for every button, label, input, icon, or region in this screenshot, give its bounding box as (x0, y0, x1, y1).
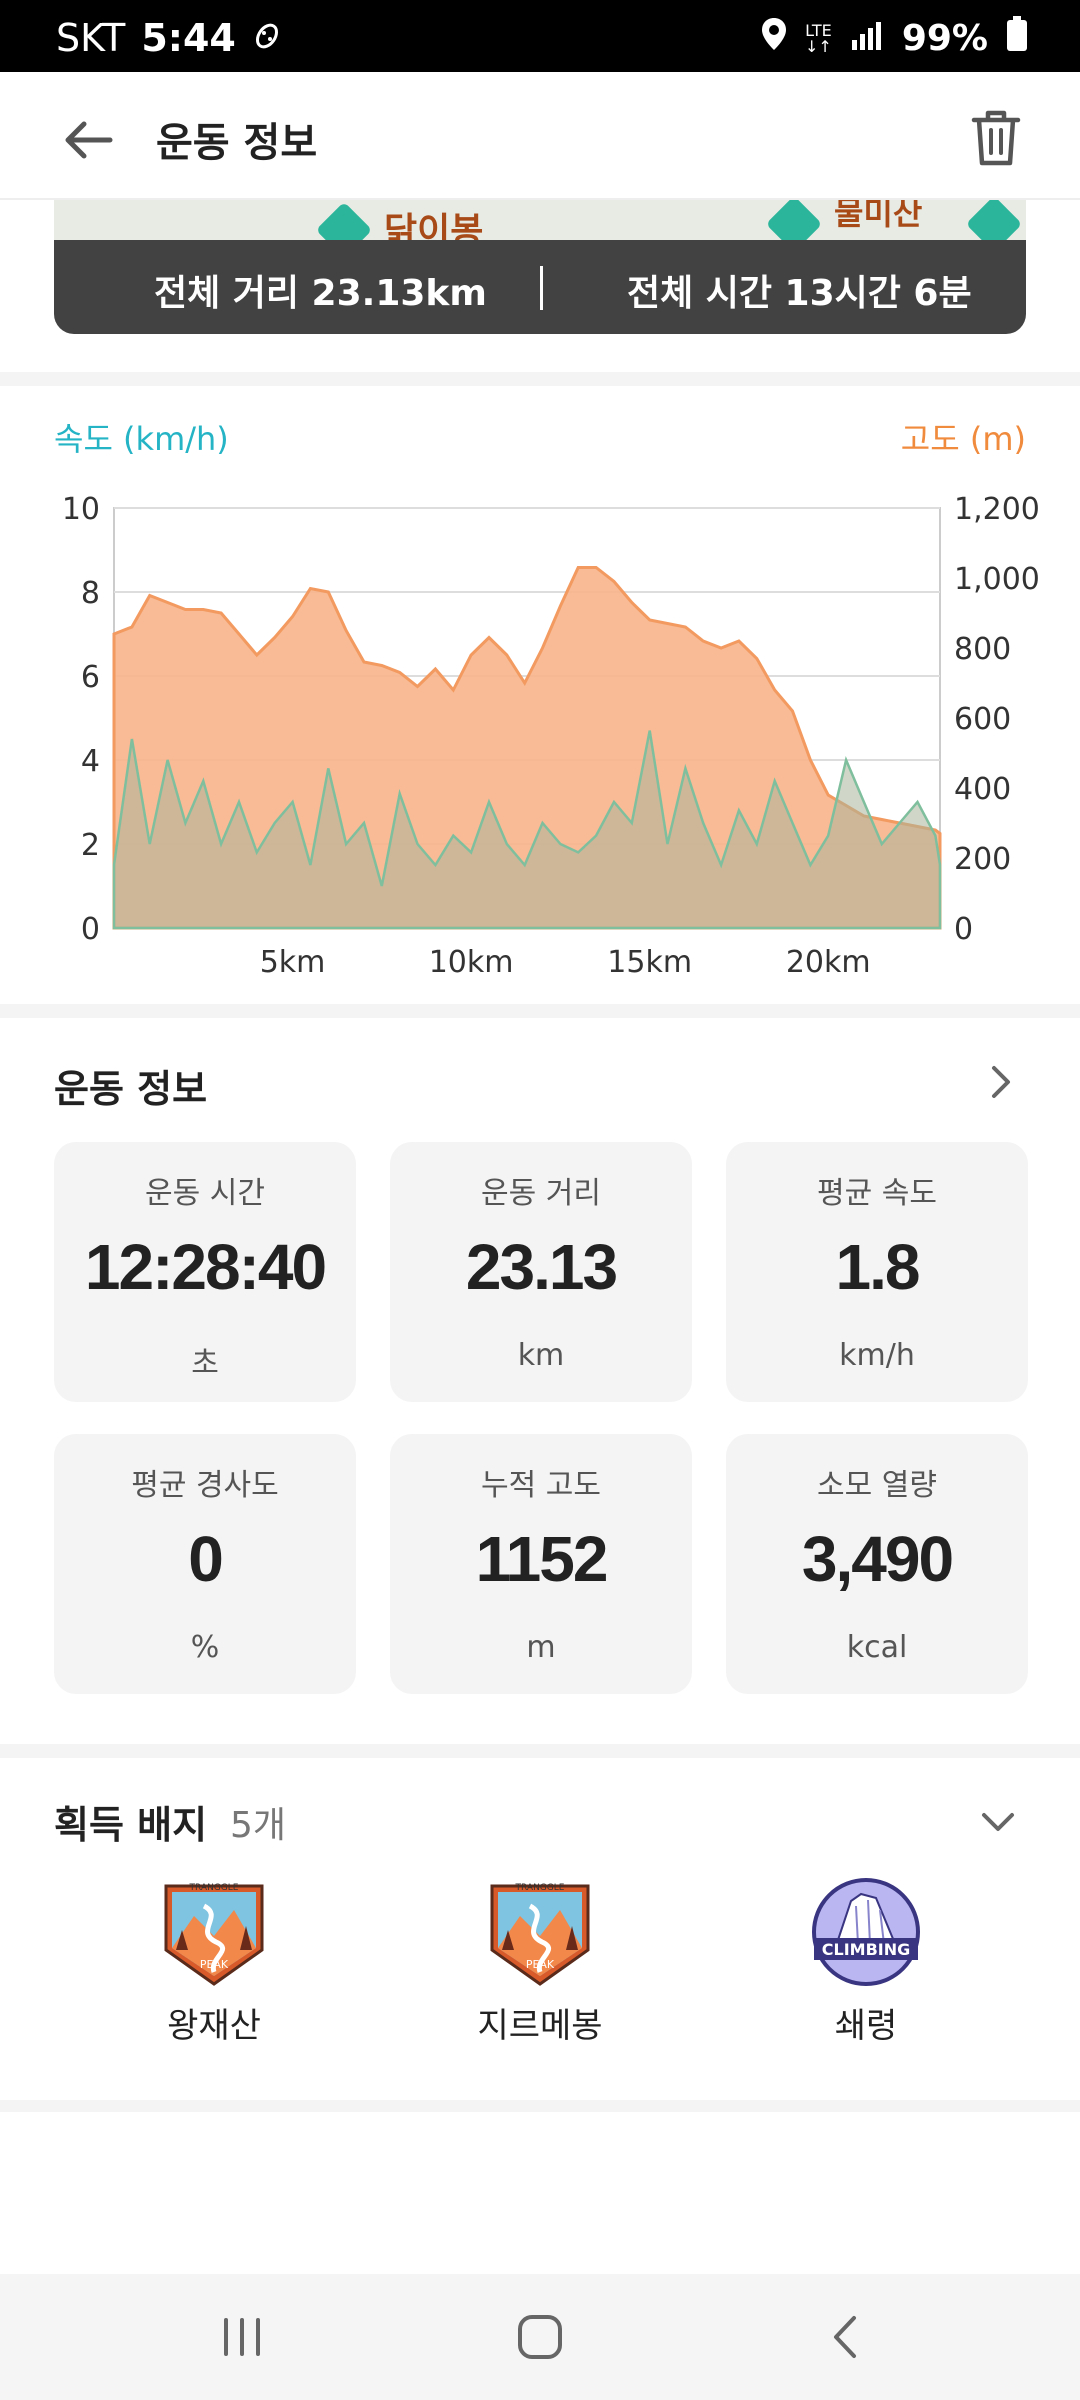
stat-card-elevation-gain: 누적 고도 1152 m (390, 1434, 692, 1694)
map-view[interactable]: 닭이봉 물미산 (54, 200, 1026, 242)
back-arrow-icon[interactable] (60, 112, 116, 168)
left-tick-label: 6 (81, 660, 100, 695)
stat-unit: % (190, 1630, 220, 1665)
location-icon (761, 17, 787, 60)
total-distance: 전체 거리 23.13km (154, 273, 487, 314)
peak-badge-icon: TRANGGLE PEAK (164, 1883, 264, 1986)
svg-text:TRANGGLE: TRANGGLE (515, 1883, 565, 1893)
clock: 5:44 (141, 16, 236, 60)
svg-text:TRANGGLE: TRANGGLE (189, 1883, 239, 1893)
stat-card-duration: 운동 시간 12:28:40 초 (54, 1142, 356, 1402)
right-tick-label: 0 (954, 912, 973, 947)
left-tick-label: 0 (81, 912, 100, 947)
badges-count: 5개 (230, 1805, 287, 1846)
app-bar: 운동 정보 (0, 72, 1080, 200)
badge-item[interactable]: CLIMBING 쇄령 (766, 1876, 966, 2047)
section-divider (0, 372, 1080, 386)
route-summary-bar: 전체 거리 23.13km 전체 시간 13시간 6분 (54, 240, 1026, 334)
recent-apps-icon[interactable] (212, 2312, 272, 2362)
mountain-marker-icon[interactable] (765, 200, 823, 242)
x-tick-label: 15km (607, 945, 692, 980)
climbing-badge-icon: CLIMBING (812, 1878, 920, 1986)
x-tick-label: 10km (429, 945, 514, 980)
left-tick-label: 8 (81, 576, 100, 611)
stat-value: 12:28:40 (84, 1231, 327, 1303)
stat-unit: km/h (839, 1338, 915, 1373)
stat-value: 1152 (475, 1523, 609, 1595)
left-tick-label: 4 (81, 744, 100, 779)
x-tick-label: 20km (786, 945, 871, 980)
svg-text:PEAK: PEAK (526, 1958, 555, 1971)
chart-canvas: 속도 (km/h) 고도 (m) 10 8 6 4 2 0 1,200 1,000 800 600… (54, 420, 1040, 980)
workout-info-title: 운동 정보 (54, 1067, 208, 1111)
total-time: 전체 시간 13시간 6분 (627, 273, 972, 314)
chevron-right-icon[interactable] (980, 1062, 1020, 1102)
stat-card-avg-slope: 평균 경사도 0 % (54, 1434, 356, 1694)
badge-name: 지르메봉 (477, 2006, 603, 2046)
x-tick-label: 5km (260, 945, 326, 980)
stat-unit: kcal (846, 1630, 908, 1665)
divider (540, 266, 543, 310)
mountain-marker-icon[interactable] (965, 200, 1023, 242)
map-place-label: 닭이봉 (384, 211, 484, 242)
badge-name: 왕재산 (167, 2006, 261, 2046)
right-tick-label: 200 (954, 842, 1011, 877)
stat-label: 누적 고도 (481, 1468, 601, 1503)
status-bar: SKT 5:44 LTE ↓↑ 99% (0, 0, 1080, 72)
badge-item[interactable]: TRANGGLE PEAK 왕재산 (114, 1876, 314, 2047)
stat-value: 3,490 (801, 1523, 954, 1595)
right-tick-label: 400 (954, 772, 1011, 807)
stat-label: 운동 거리 (481, 1176, 601, 1211)
trash-icon[interactable] (968, 108, 1024, 168)
stat-label: 평균 속도 (817, 1176, 937, 1211)
stat-card-calories: 소모 열량 3,490 kcal (726, 1434, 1028, 1694)
stat-label: 소모 열량 (817, 1468, 937, 1503)
badges-title: 획득 배지 (54, 1803, 208, 1847)
network-type: LTE ↓↑ (805, 20, 832, 56)
svg-text:PEAK: PEAK (200, 1958, 229, 1971)
system-nav-bar (0, 2274, 1080, 2400)
badge-name: 쇄령 (834, 2006, 898, 2046)
left-tick-label: 10 (62, 492, 100, 527)
mountain-marker-icon[interactable] (315, 201, 373, 242)
speed-elevation-chart[interactable]: 속도 (km/h) 고도 (m) 10 8 6 4 2 0 1,200 1,000 800 600… (0, 386, 1080, 1006)
stat-value: 23.13 (465, 1231, 618, 1303)
stat-unit: km (517, 1338, 565, 1373)
section-divider (0, 1744, 1080, 1758)
right-tick-label: 1,200 (954, 492, 1040, 527)
right-axis-title: 고도 (m) (901, 420, 1026, 458)
battery-percent: 99% (901, 18, 988, 59)
right-tick-label: 1,000 (954, 562, 1040, 597)
home-icon[interactable] (510, 2312, 570, 2362)
map-place-label: 물미산 (834, 200, 923, 232)
section-divider (0, 1004, 1080, 1018)
left-axis-title: 속도 (km/h) (54, 420, 229, 458)
section-divider (0, 2100, 1080, 2112)
battery-icon (1006, 16, 1028, 61)
stat-unit: 초 (191, 1346, 219, 1381)
carrier-label: SKT (56, 16, 126, 60)
stat-label: 평균 경사도 (131, 1468, 279, 1503)
stat-unit: m (526, 1630, 556, 1665)
chevron-down-icon[interactable] (976, 1800, 1020, 1844)
stat-label: 운동 시간 (145, 1176, 265, 1211)
signal-icon (850, 18, 884, 59)
page-title: 운동 정보 (156, 120, 318, 166)
peak-badge-icon: TRANGGLE PEAK (490, 1883, 590, 1986)
back-nav-icon[interactable] (816, 2312, 876, 2362)
stat-value: 1.8 (835, 1231, 921, 1303)
right-tick-label: 600 (954, 702, 1011, 737)
activity-icon (252, 16, 282, 60)
badge-item[interactable]: TRANGGLE PEAK 지르메봉 (440, 1876, 640, 2047)
stat-value: 0 (188, 1523, 224, 1595)
stat-card-distance: 운동 거리 23.13 km (390, 1142, 692, 1402)
right-tick-label: 800 (954, 632, 1011, 667)
svg-text:CLIMBING: CLIMBING (822, 1940, 910, 1959)
left-tick-label: 2 (81, 828, 100, 863)
stat-card-avg-speed: 평균 속도 1.8 km/h (726, 1142, 1028, 1402)
